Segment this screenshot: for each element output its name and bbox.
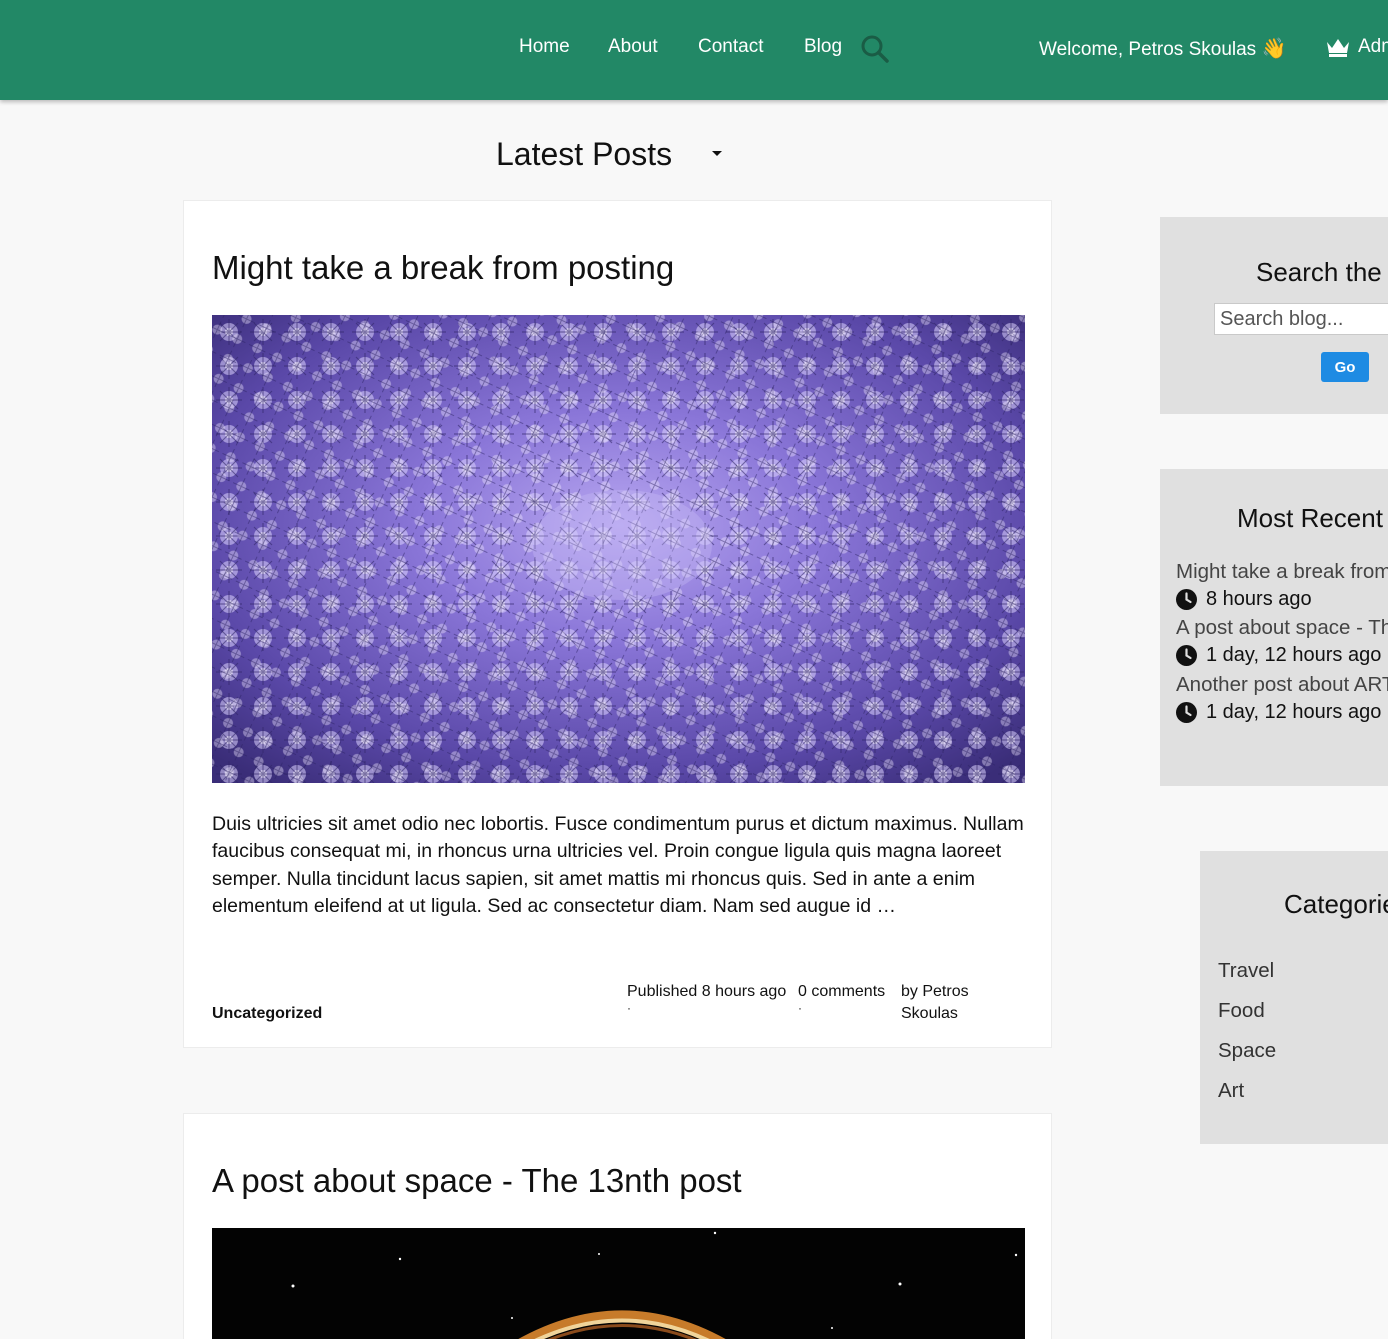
post-category-link[interactable]: Uncategorized: [212, 1005, 322, 1023]
post-title[interactable]: Might take a break from posting: [212, 249, 674, 287]
post-image-space[interactable]: [212, 1228, 1025, 1339]
post-image-forest[interactable]: [212, 315, 1025, 783]
category-link-food[interactable]: Food: [1218, 999, 1265, 1023]
categories-title: Categories: [1284, 889, 1388, 919]
category-link-art[interactable]: Art: [1218, 1079, 1244, 1103]
meta-separator: ·: [798, 1001, 802, 1015]
recent-post-time: 8 hours ago: [1176, 588, 1312, 611]
recent-post-link[interactable]: Another post about ART: [1176, 673, 1388, 697]
nav-about-link[interactable]: About: [608, 36, 658, 58]
post-title[interactable]: A post about space - The 13nth post: [212, 1162, 742, 1200]
clock-icon: [1176, 645, 1197, 666]
most-recent-widget: Most Recent Might take a break from post…: [1160, 469, 1388, 786]
post-published: Published 8 hours ago ·: [627, 981, 787, 1015]
clock-icon: [1176, 702, 1197, 723]
post-author: by Petros Skoulas: [901, 983, 969, 1022]
admin-link[interactable]: Admin: [1358, 36, 1388, 58]
category-link-space[interactable]: Space: [1218, 1039, 1276, 1063]
post-comments: 0 comments ·: [798, 981, 885, 1015]
go-button[interactable]: Go: [1321, 352, 1369, 382]
nav-contact-link[interactable]: Contact: [698, 36, 763, 58]
recent-post-time: 1 day, 12 hours ago: [1176, 701, 1381, 724]
top-navbar: Home About Contact Blog Welcome, Petros …: [0, 0, 1388, 100]
recent-time-text: 1 day, 12 hours ago: [1206, 701, 1382, 723]
nav-blog-link[interactable]: Blog: [804, 36, 842, 58]
post-card: A post about space - The 13nth post: [183, 1113, 1052, 1339]
category-link-travel[interactable]: Travel: [1218, 959, 1274, 983]
published-text: Published 8 hours ago: [627, 983, 787, 1000]
search-widget-title: Search the Blog: [1256, 257, 1388, 287]
waving-hand-icon: 👋: [1261, 38, 1287, 60]
most-recent-title: Most Recent: [1237, 503, 1383, 533]
nav-home-link[interactable]: Home: [519, 36, 570, 58]
meta-separator: ·: [627, 1001, 631, 1015]
clock-icon: [1176, 589, 1197, 610]
recent-time-text: 8 hours ago: [1206, 588, 1312, 610]
recent-post-link[interactable]: Might take a break from posting: [1176, 560, 1388, 584]
recent-time-text: 1 day, 12 hours ago: [1206, 644, 1382, 666]
post-card: Might take a break from posting Duis ult…: [183, 200, 1052, 1048]
crown-icon: [1327, 39, 1349, 57]
search-icon[interactable]: [860, 34, 890, 64]
caret-down-icon[interactable]: [712, 151, 722, 156]
comments-link[interactable]: 0 comments: [798, 983, 885, 1000]
post-excerpt: Duis ultricies sit amet odio nec loborti…: [212, 813, 1024, 917]
recent-post-time: 1 day, 12 hours ago: [1176, 644, 1381, 667]
search-widget: Search the Blog Go: [1160, 217, 1388, 414]
recent-post-link[interactable]: A post about space - The 13nth post: [1176, 616, 1388, 640]
welcome-message: Welcome, Petros Skoulas 👋: [1039, 36, 1286, 61]
page-title: Latest Posts: [496, 136, 673, 172]
categories-widget: Categories Travel Food Space Art: [1200, 851, 1388, 1144]
welcome-text: Welcome, Petros Skoulas: [1039, 39, 1257, 60]
search-blog-input[interactable]: [1214, 303, 1388, 335]
